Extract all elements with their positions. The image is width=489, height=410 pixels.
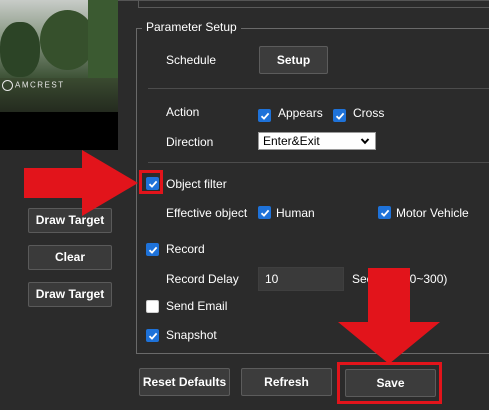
- object-filter-highlight: [139, 170, 163, 194]
- arrow-right-icon: [24, 150, 138, 216]
- arrow-down-icon: [338, 268, 440, 364]
- annotation-overlay: [24, 150, 440, 364]
- save-button-highlight: [337, 362, 442, 404]
